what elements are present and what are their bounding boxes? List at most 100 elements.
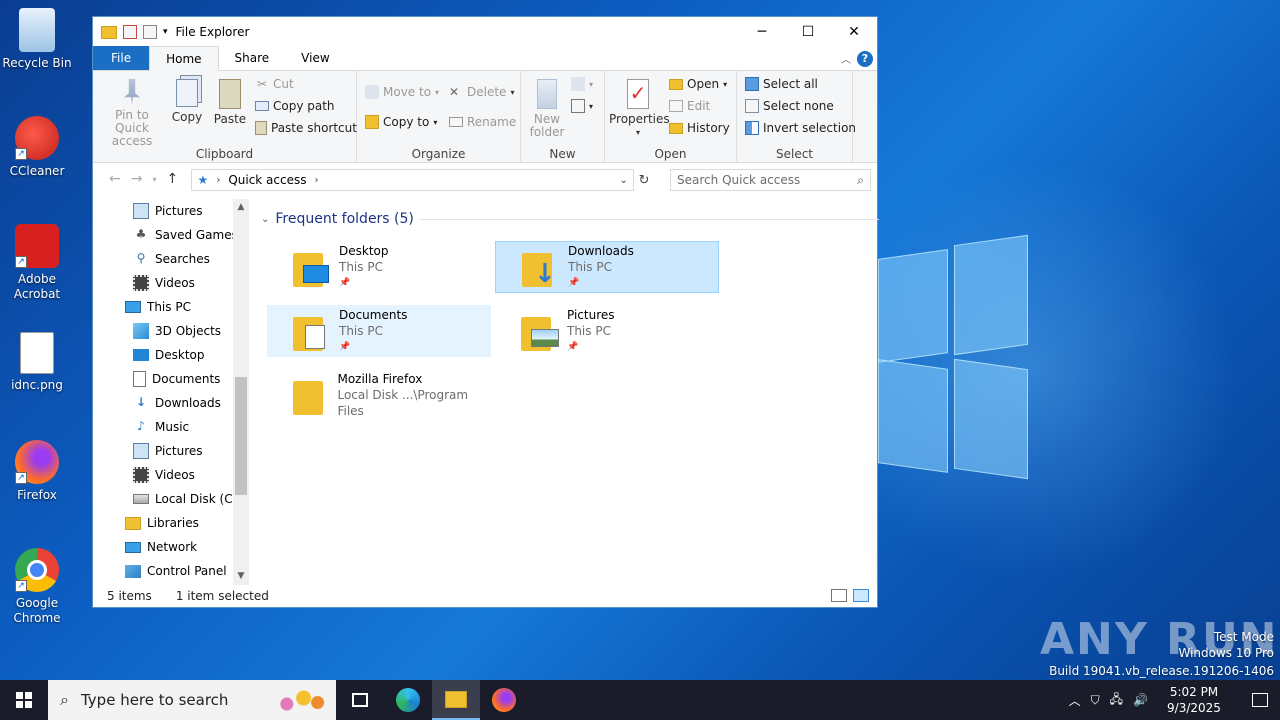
- desktop-icon-google-chrome[interactable]: ↗ Google Chrome: [0, 548, 74, 626]
- delete-button[interactable]: ✕ Delete ▾: [449, 85, 514, 99]
- folder-tile-desktop[interactable]: Desktop This PC 📌: [267, 241, 491, 293]
- desktop-icon-recycle-bin[interactable]: Recycle Bin: [0, 8, 74, 71]
- tree-item[interactable]: Documents: [133, 367, 220, 391]
- desktop-icon-adobe-acrobat[interactable]: ↗ Adobe Acrobat: [0, 224, 74, 302]
- address-dropdown-icon[interactable]: ⌄: [613, 174, 633, 186]
- tab-file[interactable]: File: [93, 46, 150, 70]
- history-button[interactable]: History: [669, 121, 730, 135]
- address-row: ← → ▾ ↑ ★ › Quick access › ⌄ ↻ Search Qu…: [93, 163, 877, 197]
- search-input[interactable]: Search Quick access ⌕: [670, 169, 871, 191]
- tree-item[interactable]: Desktop: [133, 343, 205, 367]
- start-button[interactable]: [0, 680, 48, 720]
- paste-shortcut-button[interactable]: Paste shortcut: [255, 121, 357, 135]
- tree-item[interactable]: ♪ Music: [133, 415, 189, 439]
- details-view-icon[interactable]: [831, 589, 847, 602]
- easy-access-icon: [571, 99, 585, 113]
- easy-access-button[interactable]: ▾: [571, 99, 593, 113]
- notification-icon: [1252, 693, 1268, 707]
- tree-item[interactable]: Local Disk (C:): [133, 487, 241, 511]
- security-icon[interactable]: ⛉: [1091, 693, 1100, 708]
- image-file-icon: [20, 332, 54, 374]
- taskbar-search-input[interactable]: ⌕ Type here to search: [48, 680, 336, 720]
- navigation-scrollbar[interactable]: ▲ ▼: [233, 199, 249, 585]
- tab-home[interactable]: Home: [149, 46, 219, 71]
- tree-item[interactable]: ⚲ Searches: [133, 247, 210, 271]
- copy-to-button[interactable]: Copy to ▾: [365, 115, 437, 129]
- select-none-button[interactable]: Select none: [745, 99, 834, 113]
- tree-item[interactable]: Videos: [133, 463, 195, 487]
- tree-item[interactable]: Network: [125, 535, 197, 559]
- tree-item[interactable]: Videos: [133, 271, 195, 295]
- cut-button[interactable]: ✂ Cut: [255, 77, 294, 91]
- rename-button[interactable]: Rename: [449, 115, 516, 129]
- properties-qat-icon[interactable]: [123, 25, 137, 39]
- folder-tile-downloads[interactable]: ↓ Downloads This PC 📌: [495, 241, 719, 293]
- folder-tile-documents[interactable]: Documents This PC 📌: [267, 305, 491, 357]
- tree-item[interactable]: Control Panel: [125, 559, 227, 583]
- desktop-icon-idnc-png[interactable]: idnc.png: [0, 332, 74, 393]
- clipboard-group: Pin to Quick access Copy Paste ✂ Cut Copy…: [93, 71, 357, 163]
- large-icons-view-icon[interactable]: [853, 589, 869, 602]
- refresh-icon[interactable]: ↻: [634, 173, 654, 188]
- scroll-down-icon[interactable]: ▼: [233, 568, 249, 585]
- tree-item[interactable]: This PC: [125, 295, 191, 319]
- forward-arrow-icon[interactable]: →: [131, 171, 143, 189]
- help-icon[interactable]: ?: [857, 51, 873, 67]
- desktop-icon-ccleaner[interactable]: ↗ CCleaner: [0, 116, 74, 179]
- open-button[interactable]: Open ▾: [669, 77, 727, 91]
- tree-item[interactable]: Pictures: [133, 439, 203, 463]
- scissors-icon: ✂: [256, 77, 268, 91]
- qat-dropdown-icon[interactable]: ▾: [163, 27, 168, 37]
- frequent-folders-header[interactable]: ⌄ Frequent folders (5): [261, 211, 879, 227]
- new-group-label: New: [549, 147, 576, 161]
- edge-icon: [396, 688, 420, 712]
- scroll-up-icon[interactable]: ▲: [233, 199, 249, 216]
- network-tray-icon[interactable]: 🖧: [1110, 690, 1123, 711]
- file-explorer-taskbar-button[interactable]: [432, 680, 480, 720]
- folder-tile-mozilla-firefox[interactable]: Mozilla Firefox Local Disk ...\Program F…: [267, 369, 491, 421]
- tab-share[interactable]: Share: [219, 46, 286, 70]
- tree-item[interactable]: Libraries: [125, 511, 199, 535]
- edit-button[interactable]: Edit: [669, 99, 710, 113]
- up-arrow-icon[interactable]: ↑: [166, 171, 178, 189]
- move-to-button[interactable]: Move to ▾: [365, 85, 439, 99]
- clock[interactable]: 5:02 PM 9/3/2025: [1158, 684, 1230, 716]
- select-all-button[interactable]: Select all: [745, 77, 818, 91]
- new-folder-qat-icon[interactable]: [143, 25, 157, 39]
- saved-games-icon: ♣: [135, 227, 147, 241]
- tree-item[interactable]: ♣ Saved Games: [133, 223, 238, 247]
- pin-to-quick-access-button[interactable]: Pin to Quick access: [99, 79, 165, 148]
- copy-path-button[interactable]: Copy path: [255, 99, 335, 113]
- tree-item[interactable]: 3D Objects: [133, 319, 221, 343]
- new-folder-button[interactable]: New folder: [527, 79, 567, 139]
- recent-locations-icon[interactable]: ▾: [152, 171, 156, 189]
- new-item-button[interactable]: ▾: [571, 77, 593, 91]
- breadcrumb-quick-access[interactable]: Quick access: [228, 173, 306, 187]
- tree-item[interactable]: ↓ Downloads: [133, 391, 221, 415]
- back-arrow-icon[interactable]: ←: [109, 171, 121, 189]
- paste-button[interactable]: Paste: [211, 79, 249, 126]
- chevron-up-icon[interactable]: ︿: [1069, 692, 1081, 709]
- chrome-icon: ↗: [15, 548, 59, 592]
- maximize-button[interactable]: ☐: [785, 17, 831, 47]
- copy-button[interactable]: Copy: [169, 79, 205, 124]
- task-view-button[interactable]: [336, 680, 384, 720]
- pictures-icon: [133, 203, 149, 219]
- address-bar[interactable]: ★ › Quick access › ⌄: [190, 169, 635, 191]
- tree-item[interactable]: Pictures: [133, 199, 203, 223]
- close-button[interactable]: ✕: [831, 17, 877, 47]
- firefox-taskbar-button[interactable]: [480, 680, 528, 720]
- file-explorer-window: ▾ File Explorer ─ ☐ ✕ File Home Share Vi…: [92, 16, 879, 608]
- title-bar[interactable]: ▾ File Explorer ─ ☐ ✕: [93, 17, 877, 47]
- notification-center-button[interactable]: [1240, 693, 1280, 707]
- tab-view[interactable]: View: [285, 46, 345, 70]
- edge-taskbar-button[interactable]: [384, 680, 432, 720]
- minimize-button[interactable]: ─: [739, 17, 785, 47]
- volume-icon[interactable]: 🔊: [1133, 693, 1148, 707]
- invert-selection-button[interactable]: Invert selection: [745, 121, 856, 135]
- folder-tile-pictures[interactable]: Pictures This PC 📌: [495, 305, 719, 357]
- properties-button[interactable]: ✓ Properties ▾: [609, 79, 670, 139]
- collapse-ribbon-icon[interactable]: ︿: [841, 51, 851, 66]
- desktop-icon-firefox[interactable]: ↗ Firefox: [0, 440, 74, 503]
- scrollbar-thumb[interactable]: [235, 377, 247, 495]
